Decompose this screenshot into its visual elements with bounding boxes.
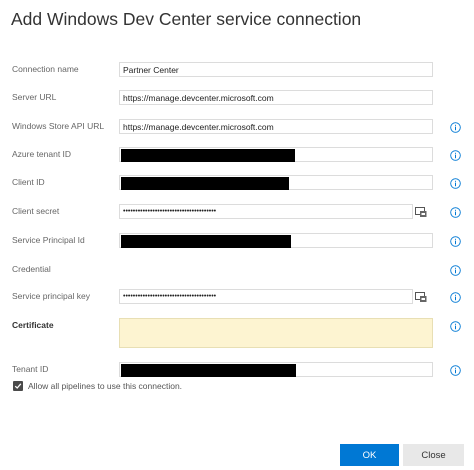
service-principal-id-row: Service Principal Id: [0, 232, 474, 252]
client-secret-row: Client secret: [0, 203, 474, 223]
info-icon[interactable]: [450, 365, 461, 376]
credential-label: Credential: [12, 264, 51, 274]
credential-row: Credential: [0, 261, 474, 281]
info-icon[interactable]: [450, 150, 461, 161]
azure-tenant-id-label: Azure tenant ID: [12, 149, 72, 159]
redaction-bar: [121, 364, 296, 377]
allow-pipelines-row[interactable]: Allow all pipelines to use this connecti…: [13, 380, 313, 394]
service-principal-key-input[interactable]: [119, 289, 413, 304]
connection-name-row: Connection name: [0, 61, 474, 81]
redaction-bar: [121, 149, 295, 162]
allow-pipelines-checkbox[interactable]: [13, 381, 23, 391]
dialog-title: Add Windows Dev Center service connectio…: [11, 9, 362, 29]
service-principal-key-row: Service principal key: [0, 288, 474, 308]
info-icon[interactable]: [450, 265, 461, 276]
redaction-bar: [121, 235, 291, 248]
client-secret-input[interactable]: [119, 204, 413, 219]
client-id-label: Client ID: [12, 177, 45, 187]
tenant-id-row: Tenant ID: [0, 361, 474, 381]
store-api-url-label: Windows Store API URL: [12, 121, 105, 131]
info-icon[interactable]: [450, 207, 461, 218]
reveal-password-icon[interactable]: [415, 291, 427, 303]
info-icon[interactable]: [450, 292, 461, 303]
info-icon[interactable]: [450, 321, 461, 332]
checkmark-icon: [14, 383, 22, 389]
server-url-label: Server URL: [12, 92, 57, 102]
service-connection-dialog: Add Windows Dev Center service connectio…: [0, 0, 474, 470]
info-icon[interactable]: [450, 236, 461, 247]
service-principal-key-label: Service principal key: [12, 291, 90, 301]
client-secret-label: Client secret: [12, 206, 60, 216]
client-id-row: Client ID: [0, 174, 474, 194]
info-icon[interactable]: [450, 178, 461, 189]
certificate-row: Certificate: [0, 317, 474, 349]
store-api-url-row: Windows Store API URL: [0, 118, 474, 138]
server-url-row: Server URL: [0, 89, 474, 109]
server-url-input[interactable]: [119, 90, 433, 105]
ok-button[interactable]: OK: [340, 444, 399, 466]
connection-name-input[interactable]: [119, 62, 433, 77]
service-principal-id-label: Service Principal Id: [12, 235, 85, 245]
azure-tenant-id-row: Azure tenant ID: [0, 146, 474, 166]
close-button[interactable]: Close: [403, 444, 464, 466]
certificate-textarea[interactable]: [119, 318, 433, 348]
certificate-label: Certificate: [12, 320, 54, 330]
info-icon[interactable]: [450, 122, 461, 133]
connection-name-label: Connection name: [12, 64, 79, 74]
redaction-bar: [121, 177, 289, 190]
tenant-id-label: Tenant ID: [12, 364, 49, 374]
store-api-url-input[interactable]: [119, 119, 433, 134]
allow-pipelines-label: Allow all pipelines to use this connecti…: [28, 381, 183, 391]
reveal-password-icon[interactable]: [415, 206, 427, 218]
